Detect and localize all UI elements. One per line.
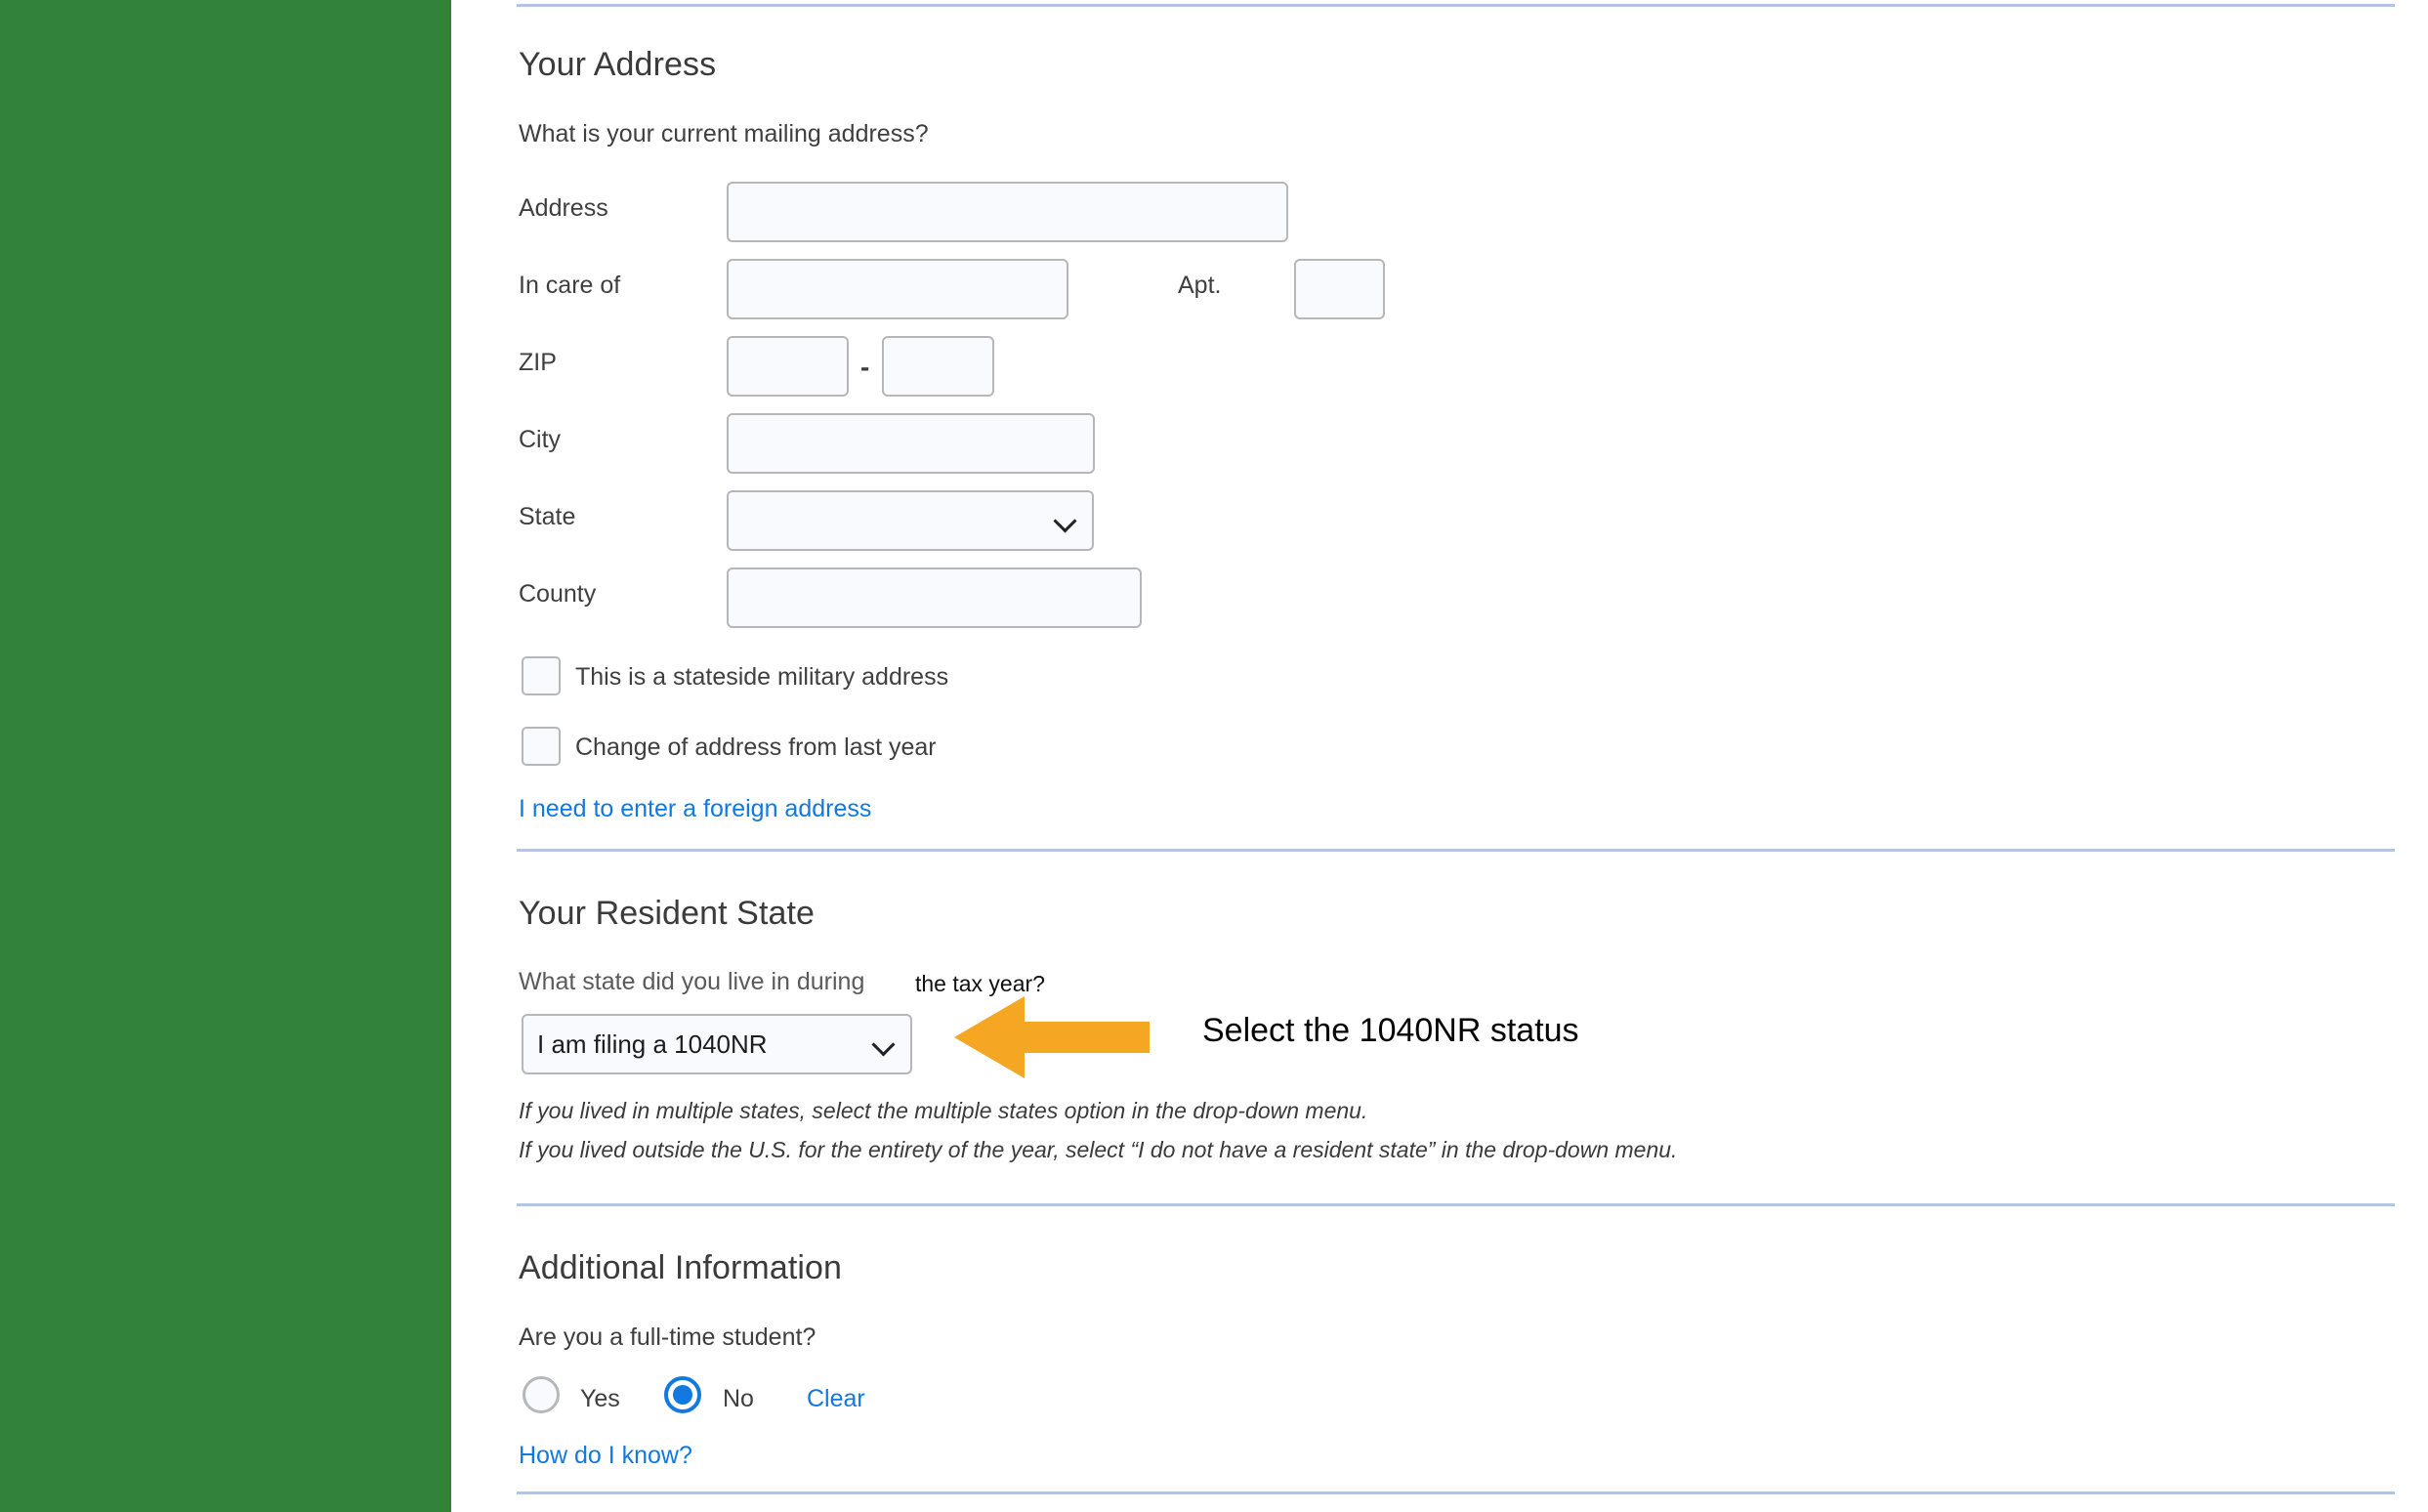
state-label: State (519, 503, 576, 530)
stateside-military-label: This is a stateside military address (575, 663, 949, 691)
helper-line-multiple-states: If you lived in multiple states, select … (519, 1098, 1368, 1123)
full-time-student-no-label: No (723, 1385, 754, 1412)
full-time-student-yes-label: Yes (580, 1385, 620, 1412)
chevron-down-icon (1053, 508, 1078, 533)
section-divider-bottom (517, 1491, 2395, 1494)
additional-information-title: Additional Information (519, 1249, 843, 1286)
state-select[interactable] (727, 490, 1094, 551)
mailing-address-question: What is your current mailing address? (519, 120, 929, 147)
main-content: Your Address What is your current mailin… (517, 0, 2428, 1512)
in-care-of-input[interactable] (727, 259, 1068, 319)
annotation-question-suffix: the tax year? (915, 971, 1045, 996)
your-address-title: Your Address (519, 46, 717, 83)
change-of-address-checkbox[interactable] (522, 727, 561, 766)
helper-line-outside-us: If you lived outside the U.S. for the en… (519, 1137, 1678, 1162)
apt-label: Apt. (1178, 272, 1222, 299)
stateside-military-checkbox[interactable] (522, 656, 561, 695)
zip-label: ZIP (519, 349, 557, 376)
address-input[interactable] (727, 182, 1288, 242)
city-label: City (519, 426, 562, 453)
how-do-i-know-link[interactable]: How do I know? (519, 1442, 692, 1470)
resident-state-question: What state did you live in during (519, 968, 865, 995)
screenshot-root: Your Address What is your current mailin… (0, 0, 2428, 1512)
zip-extension-input[interactable] (882, 336, 994, 397)
full-time-student-question: Are you a full-time student? (519, 1323, 816, 1351)
clear-radio-button[interactable]: Clear (807, 1385, 865, 1413)
zip-input[interactable] (727, 336, 849, 397)
sidebar-gutter (451, 0, 517, 1512)
section-divider-resident-state (517, 849, 2395, 852)
left-arrow-annotation-icon (954, 996, 1150, 1078)
in-care-of-label: In care of (519, 272, 621, 299)
county-input[interactable] (727, 567, 1142, 628)
annotation-callout-text: Select the 1040NR status (1202, 1012, 1579, 1049)
county-label: County (519, 580, 597, 608)
address-label: Address (519, 194, 608, 222)
chevron-down-icon (871, 1031, 897, 1057)
resident-state-select-value: I am filing a 1040NR (537, 1029, 768, 1059)
full-time-student-no-radio[interactable] (664, 1376, 701, 1413)
full-time-student-yes-radio[interactable] (523, 1376, 560, 1413)
change-of-address-label: Change of address from last year (575, 734, 937, 761)
foreign-address-link[interactable]: I need to enter a foreign address (519, 795, 871, 823)
resident-state-title: Your Resident State (519, 895, 816, 932)
section-divider-additional-info (517, 1203, 2395, 1206)
apt-input[interactable] (1294, 259, 1385, 319)
city-input[interactable] (727, 413, 1095, 474)
section-divider-top (517, 4, 2395, 7)
zip-separator: - (860, 352, 870, 382)
resident-state-select[interactable]: I am filing a 1040NR (522, 1014, 912, 1074)
left-green-sidebar (0, 0, 451, 1512)
